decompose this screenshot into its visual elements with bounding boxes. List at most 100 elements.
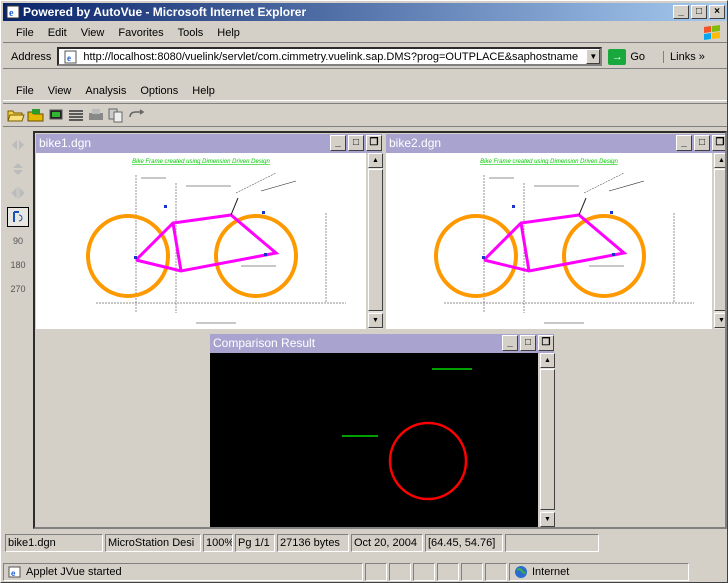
status-file: bike1.dgn [5, 534, 103, 552]
ie-menu-help[interactable]: Help [210, 27, 247, 39]
status-segment [389, 563, 411, 581]
status-page: Pg 1/1 [235, 534, 275, 552]
scroll-thumb[interactable] [368, 169, 383, 311]
svg-text:e: e [11, 569, 16, 578]
ie-page-icon: e [6, 5, 20, 19]
scroll-down-button[interactable]: ▼ [714, 313, 725, 328]
bike-drawing-1: Bike Frame created using Dimension Drive… [86, 159, 346, 324]
app-menubar: File View Analysis Options Help [3, 81, 727, 101]
comparison-canvas[interactable] [210, 353, 538, 527]
scroll-down-button[interactable]: ▼ [368, 313, 383, 328]
ie-menu-file[interactable]: File [9, 27, 41, 39]
go-label: Go [630, 50, 646, 63]
minimize-button[interactable]: _ [330, 135, 346, 151]
ie-menubar: File Edit View Favorites Tools Help [3, 23, 727, 43]
windows-logo-icon [704, 25, 720, 40]
mirror-both-icon[interactable] [7, 183, 29, 203]
open-folder-icon[interactable] [7, 106, 25, 124]
drawing-canvas[interactable]: Bike Frame created using Dimension Drive… [386, 153, 712, 329]
drawing-canvas[interactable]: Bike Frame created using Dimension Drive… [36, 153, 366, 329]
restore-button[interactable]: ❐ [538, 335, 554, 351]
scroll-thumb[interactable] [540, 369, 555, 510]
maximize-button[interactable]: □ [691, 5, 707, 19]
drawing-caption: Bike Frame created using Dimension Drive… [480, 159, 618, 165]
mirror-vertical-icon[interactable] [7, 159, 29, 179]
address-bar: Address e http://localhost:8080/vuelink/… [3, 45, 727, 69]
save-icon[interactable] [27, 106, 45, 124]
status-progress [505, 534, 599, 552]
comparison-window[interactable]: Comparison Result _ □ ❐ ▲ ▼ [209, 333, 555, 527]
rotate-270-icon[interactable]: 270 [7, 279, 29, 299]
monitor-icon[interactable] [47, 106, 65, 124]
browser-window: e Powered by AutoVue - Microsoft Interne… [0, 0, 728, 583]
ie-menu-edit[interactable]: Edit [41, 27, 74, 39]
ie-zone: Internet [509, 563, 689, 581]
document-title-bar[interactable]: bike1.dgn _ □ ❐ [36, 134, 382, 153]
document-window-bike2[interactable]: bike2.dgn _ □ ❐ Bike Frame created using… [385, 133, 725, 329]
scroll-up-button[interactable]: ▲ [368, 153, 383, 168]
app-menu-view[interactable]: View [41, 85, 79, 97]
minimize-button[interactable]: _ [502, 335, 518, 351]
maximize-button[interactable]: □ [520, 335, 536, 351]
drawing-caption: Bike Frame created using Dimension Drive… [132, 159, 270, 165]
address-dropdown-button[interactable]: ▼ [586, 49, 601, 64]
status-size: 27136 bytes [277, 534, 349, 552]
app-menu-analysis[interactable]: Analysis [78, 85, 133, 97]
go-button[interactable]: → Go [608, 48, 646, 65]
link-icon[interactable] [127, 106, 145, 124]
scroll-up-button[interactable]: ▲ [540, 353, 555, 368]
app-menu-options[interactable]: Options [133, 85, 185, 97]
ie-menu-favorites[interactable]: Favorites [111, 27, 170, 39]
rotate-90-icon[interactable]: 90 [7, 231, 29, 251]
ie-zone-label: Internet [532, 566, 570, 578]
scroll-thumb[interactable] [714, 169, 725, 311]
minimize-button[interactable]: _ [673, 5, 689, 19]
document-title: bike1.dgn [39, 136, 92, 150]
ie-menu-tools[interactable]: Tools [171, 27, 211, 39]
ie-status-text: Applet JVue started [26, 566, 122, 578]
page-icon: e [8, 566, 21, 578]
mirror-horizontal-icon[interactable] [7, 135, 29, 155]
vertical-scrollbar[interactable]: ▲ ▼ [539, 353, 555, 527]
window-title: Powered by AutoVue - Microsoft Internet … [23, 5, 307, 19]
document-window-bike1[interactable]: bike1.dgn _ □ ❐ Bike Frame created using… [35, 133, 383, 329]
bike-drawing-2: Bike Frame created using Dimension Drive… [434, 159, 694, 324]
maximize-button[interactable]: □ [694, 135, 710, 151]
document-title-bar[interactable]: bike2.dgn _ □ ❐ [386, 134, 725, 153]
go-arrow-icon: → [608, 48, 627, 65]
app-toolbar [3, 103, 727, 127]
address-label: Address [11, 50, 52, 63]
layers-icon[interactable] [67, 106, 85, 124]
vertical-scrollbar[interactable]: ▲ ▼ [367, 153, 383, 329]
status-date: Oct 20, 2004 [351, 534, 423, 552]
compare-icon[interactable] [107, 106, 125, 124]
scroll-down-button[interactable]: ▼ [540, 512, 555, 527]
comparison-title-bar[interactable]: Comparison Result _ □ ❐ [210, 334, 554, 353]
rotate-180-label: 180 [10, 260, 26, 270]
scroll-up-button[interactable]: ▲ [714, 153, 725, 168]
address-input[interactable]: e http://localhost:8080/vuelink/servlet/… [57, 47, 603, 66]
minimize-button[interactable]: _ [676, 135, 692, 151]
comparison-drawing [342, 368, 472, 501]
print-icon[interactable] [87, 106, 105, 124]
rotate-0-icon[interactable] [7, 207, 29, 227]
vertical-scrollbar[interactable]: ▲ ▼ [713, 153, 725, 329]
ie-menu-view[interactable]: View [74, 27, 112, 39]
app-menu-file[interactable]: File [9, 85, 41, 97]
svg-text:e: e [67, 53, 71, 63]
document-title: bike2.dgn [389, 136, 442, 150]
restore-button[interactable]: ❐ [712, 135, 725, 151]
app-menu-help[interactable]: Help [185, 85, 222, 97]
ie-status-message: e Applet JVue started [3, 563, 363, 581]
rotate-270-label: 270 [10, 284, 26, 294]
links-button[interactable]: Links » [663, 50, 705, 63]
rotate-180-icon[interactable]: 180 [7, 255, 29, 275]
ie-status-bar: e Applet JVue started Internet [3, 562, 727, 582]
close-button[interactable]: × [709, 5, 725, 19]
restore-button[interactable]: ❐ [366, 135, 382, 151]
status-format: MicroStation Desi [105, 534, 201, 552]
svg-text:e: e [9, 8, 14, 19]
status-segment [365, 563, 387, 581]
mdi-workspace: bike1.dgn _ □ ❐ Bike Frame created using… [33, 131, 727, 529]
maximize-button[interactable]: □ [348, 135, 364, 151]
